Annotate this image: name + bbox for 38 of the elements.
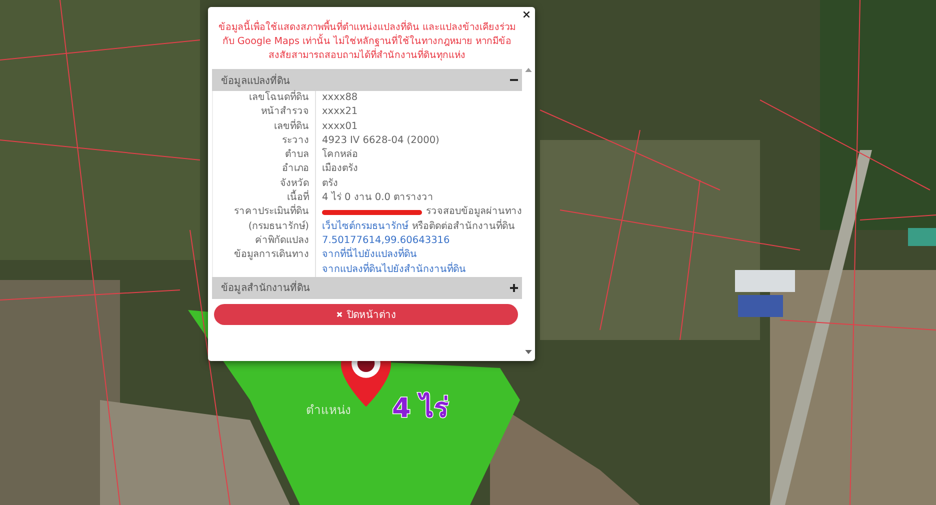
- field-label: (กรมธนารักษ์): [213, 220, 316, 234]
- section-header[interactable]: ข้อมูลแปลงที่ดิน: [212, 69, 522, 91]
- minus-icon[interactable]: [510, 76, 518, 84]
- field-value: รวจสอบข้อมูลผ่านทาง: [426, 205, 522, 219]
- close-icon[interactable]: [523, 11, 530, 18]
- area-label: 4 ไร่: [392, 391, 450, 426]
- field-value: xxxx88: [322, 91, 358, 105]
- plus-icon[interactable]: [510, 284, 518, 292]
- field-label: ราคาประเมินที่ดิน: [213, 205, 316, 220]
- field-value: 4923 IV 6628-04 (2000): [322, 134, 440, 148]
- field-value: xxxx01: [322, 120, 358, 134]
- field-label: เนื้อที่: [213, 191, 316, 206]
- field-label: เลขที่ดิน: [213, 120, 316, 134]
- field-label: หน้าสำรวจ: [213, 105, 316, 120]
- scroll-down-icon[interactable]: [525, 350, 532, 355]
- section-title: ข้อมูลสำนักงานที่ดิน: [221, 280, 310, 296]
- scroll-up-icon[interactable]: [525, 67, 532, 72]
- field-value: หรือติดต่อสำนักงานที่ดิน: [412, 220, 515, 234]
- field-value: เมืองตรัง: [322, 162, 358, 176]
- field-value: ตรัง: [322, 176, 338, 191]
- link[interactable]: จากที่นี่ไปยังแปลงที่ดิน: [322, 248, 417, 263]
- section-title: ข้อมูลแปลงที่ดิน: [221, 72, 290, 88]
- field-value: โคกหล่อ: [322, 148, 358, 162]
- link[interactable]: จากแปลงที่ดินไปยังสำนักงานที่ดิน: [322, 262, 466, 277]
- field-value: xxxx21: [322, 105, 358, 120]
- link[interactable]: เว็บไซต์กรมธนารักษ์: [322, 220, 408, 234]
- section-header[interactable]: ข้อมูลสำนักงานที่ดิน: [212, 276, 522, 299]
- link[interactable]: 7.50177614,99.60643316: [322, 234, 450, 248]
- field-label: อำเภอ: [213, 162, 316, 177]
- field-label: ค่าพิกัดแปลง: [213, 234, 316, 248]
- close-icon: [336, 310, 343, 318]
- disclaimer-text: ข้อมูลนี้เพื่อใช้แสดงสภาพพื้นที่ตำแหน่งแปลงที่ดิน และแปลงข้างเคียงร่วมกับ Google Maps เท่านั้น ไม่ใช่หลักฐานที่ใช้ในทางกฎหมาย หากมีข้อสงสัยสามารถสอบถามได้ที่สำนักงานที่ดินทุกแห่ง: [212, 21, 522, 69]
- field-label: เลขโฉนดที่ดิน: [213, 91, 316, 106]
- field-value: 4 ไร่ 0 งาน 0.0 ตารางวา: [322, 191, 434, 206]
- close-window-button[interactable]: ปิดหน้าต่าง: [214, 304, 518, 325]
- parcel-label: ตำแหน่ง: [306, 402, 351, 419]
- field-label: ตำบล: [213, 148, 316, 162]
- field-label: ระวาง: [213, 134, 316, 148]
